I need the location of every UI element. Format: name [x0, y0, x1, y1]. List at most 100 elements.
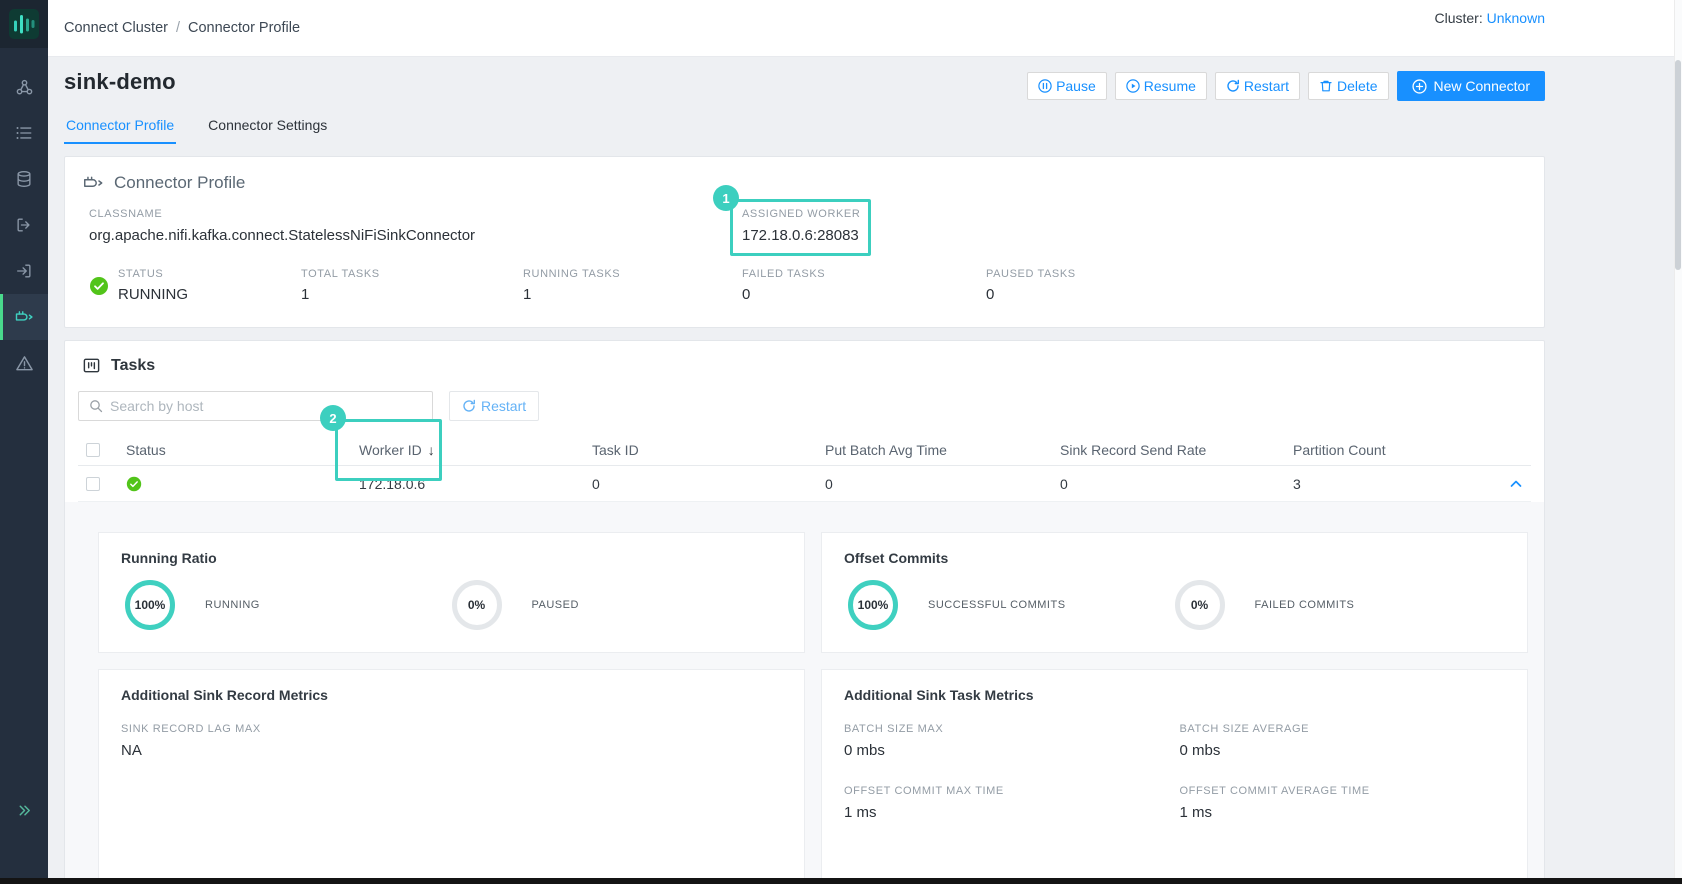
- logo-icon: [9, 9, 39, 39]
- restart-button[interactable]: Restart: [1215, 72, 1300, 100]
- check-circle-icon: [89, 276, 109, 296]
- status-label: STATUS: [118, 268, 188, 280]
- cluster-label: Cluster:: [1435, 10, 1483, 26]
- column-partition-count: Partition Count: [1285, 442, 1487, 458]
- sidebar-item-consume[interactable]: [0, 248, 48, 294]
- breadcrumb-connector-profile[interactable]: Connector Profile: [188, 20, 300, 36]
- restart-tasks-button[interactable]: Restart: [449, 391, 539, 421]
- failed-commits-ring: 0%: [1175, 580, 1225, 630]
- running-tasks-stat: RUNNING TASKS 1: [523, 268, 742, 303]
- search-icon: [89, 399, 103, 413]
- running-percent-ring: 100%: [125, 580, 175, 630]
- tasks-table: Status Worker ID ↓ Task ID Put Batch Avg…: [78, 435, 1531, 502]
- reload-icon: [1226, 79, 1240, 93]
- tab-connector-profile[interactable]: Connector Profile: [64, 113, 176, 144]
- running-label: RUNNING: [205, 599, 260, 611]
- paused-percent-ring: 0%: [452, 580, 502, 630]
- chevron-up-icon: [1509, 477, 1523, 491]
- new-connector-button[interactable]: New Connector: [1397, 71, 1546, 101]
- pause-circle-icon: [1038, 79, 1052, 93]
- paused-tasks-stat: PAUSED TASKS 0: [986, 268, 1076, 303]
- row-collapse-button[interactable]: [1487, 477, 1531, 491]
- select-all-checkbox[interactable]: [86, 443, 100, 457]
- reload-icon: [462, 399, 476, 413]
- classname-label: CLASSNAME: [89, 208, 742, 220]
- failed-commits-metric: 0% FAILED COMMITS: [1175, 580, 1502, 630]
- row-worker-id: 172.18.0.6: [351, 476, 584, 492]
- classname-value: org.apache.nifi.kafka.connect.StatelessN…: [89, 227, 742, 244]
- sidebar-item-topics[interactable]: [0, 110, 48, 156]
- cluster-icon: [15, 78, 34, 97]
- tasks-icon: [82, 356, 101, 375]
- connector-profile-body: CLASSNAME org.apache.nifi.kafka.connect.…: [65, 198, 1544, 327]
- sidebar-item-produce[interactable]: [0, 202, 48, 248]
- tasks-toolbar: Restart: [65, 379, 1544, 421]
- connectors-icon: [14, 307, 34, 327]
- sidebar-item-database[interactable]: [0, 156, 48, 202]
- breadcrumb-connect-cluster[interactable]: Connect Cluster: [64, 20, 168, 36]
- assigned-worker-value: 172.18.0.6:28083: [742, 227, 860, 244]
- breadcrumb: Connect Cluster / Connector Profile: [64, 20, 300, 36]
- successful-commits-label: SUCCESSFUL COMMITS: [928, 599, 1066, 611]
- breadcrumb-separator: /: [176, 20, 180, 36]
- paused-metric: 0% PAUSED: [452, 580, 779, 630]
- sort-desc-icon: ↓: [428, 442, 435, 458]
- running-metric: 100% RUNNING: [125, 580, 452, 630]
- row-checkbox[interactable]: [86, 477, 100, 491]
- produce-icon: [15, 216, 33, 234]
- row-put-batch-avg-time: 0: [817, 476, 1052, 492]
- tasks-card: Tasks Restart Status Worker ID: [64, 340, 1545, 884]
- app-logo[interactable]: [0, 0, 48, 48]
- column-sink-record-send-rate: Sink Record Send Rate: [1052, 442, 1285, 458]
- sink-task-metrics-title: Additional Sink Task Metrics: [822, 670, 1527, 709]
- connector-profile-card-title: Connector Profile: [114, 173, 245, 193]
- running-ratio-title: Running Ratio: [99, 533, 804, 572]
- successful-commits-metric: 100% SUCCESSFUL COMMITS: [848, 580, 1175, 630]
- connector-profile-card: Connector Profile CLASSNAME org.apache.n…: [64, 156, 1545, 328]
- failed-tasks-stat: FAILED TASKS 0: [742, 268, 986, 303]
- sidebar-item-alerts[interactable]: [0, 340, 48, 386]
- page-header: sink-demo Pause Resume Restart Delete: [64, 69, 1545, 101]
- search-input[interactable]: [110, 398, 422, 414]
- sidebar-collapse-toggle[interactable]: [0, 803, 48, 818]
- column-worker-id[interactable]: Worker ID ↓: [351, 442, 584, 458]
- page-title: sink-demo: [64, 69, 176, 95]
- sidebar-item-connectors[interactable]: [0, 294, 48, 340]
- table-row[interactable]: 172.18.0.6 0 0 0 3: [78, 466, 1531, 502]
- pause-button[interactable]: Pause: [1027, 72, 1107, 100]
- annotation-badge-1: 1: [713, 185, 739, 211]
- offset-commits-panel: Offset Commits 100% SUCCESSFUL COMMITS 0…: [821, 532, 1528, 653]
- scrollbar-thumb[interactable]: [1675, 60, 1681, 270]
- successful-commits-ring: 100%: [848, 580, 898, 630]
- plus-circle-icon: [1412, 79, 1427, 94]
- tab-connector-settings[interactable]: Connector Settings: [206, 113, 329, 144]
- resume-button[interactable]: Resume: [1115, 72, 1207, 100]
- sidebar: [0, 0, 48, 884]
- cluster-link[interactable]: Unknown: [1487, 10, 1545, 26]
- status-stat: STATUS RUNNING: [89, 268, 301, 303]
- row-sink-record-send-rate: 0: [1052, 476, 1285, 492]
- sidebar-item-cluster[interactable]: [0, 64, 48, 110]
- sink-record-lag-max-metric: SINK RECORD LAG MAX NA: [99, 709, 804, 759]
- alerts-icon: [15, 354, 34, 373]
- offset-commit-max-time-metric: OFFSET COMMIT MAX TIME 1 ms: [834, 785, 1170, 821]
- vertical-scrollbar[interactable]: [1674, 0, 1682, 884]
- connector-profile-card-header: Connector Profile: [65, 157, 1544, 198]
- column-put-batch-avg-time: Put Batch Avg Time: [817, 442, 1052, 458]
- sink-record-metrics-panel: Additional Sink Record Metrics SINK RECO…: [98, 669, 805, 884]
- delete-button[interactable]: Delete: [1308, 72, 1388, 100]
- batch-size-average-metric: BATCH SIZE AVERAGE 0 mbs: [1170, 723, 1506, 759]
- play-circle-icon: [1126, 79, 1140, 93]
- consume-icon: [15, 262, 33, 280]
- tab-bar: Connector Profile Connector Settings: [64, 113, 1545, 144]
- topics-icon: [15, 124, 33, 142]
- sink-task-metrics-panel: Additional Sink Task Metrics BATCH SIZE …: [821, 669, 1528, 884]
- database-icon: [15, 170, 33, 188]
- cluster-indicator: Cluster: Unknown: [1435, 10, 1546, 26]
- running-ratio-panel: Running Ratio 100% RUNNING 0% PAUSED: [98, 532, 805, 653]
- content: sink-demo Pause Resume Restart Delete: [48, 57, 1674, 884]
- offset-commits-title: Offset Commits: [822, 533, 1527, 572]
- row-status-check-icon: [126, 476, 142, 492]
- failed-commits-label: FAILED COMMITS: [1255, 599, 1355, 611]
- status-value: RUNNING: [118, 286, 188, 303]
